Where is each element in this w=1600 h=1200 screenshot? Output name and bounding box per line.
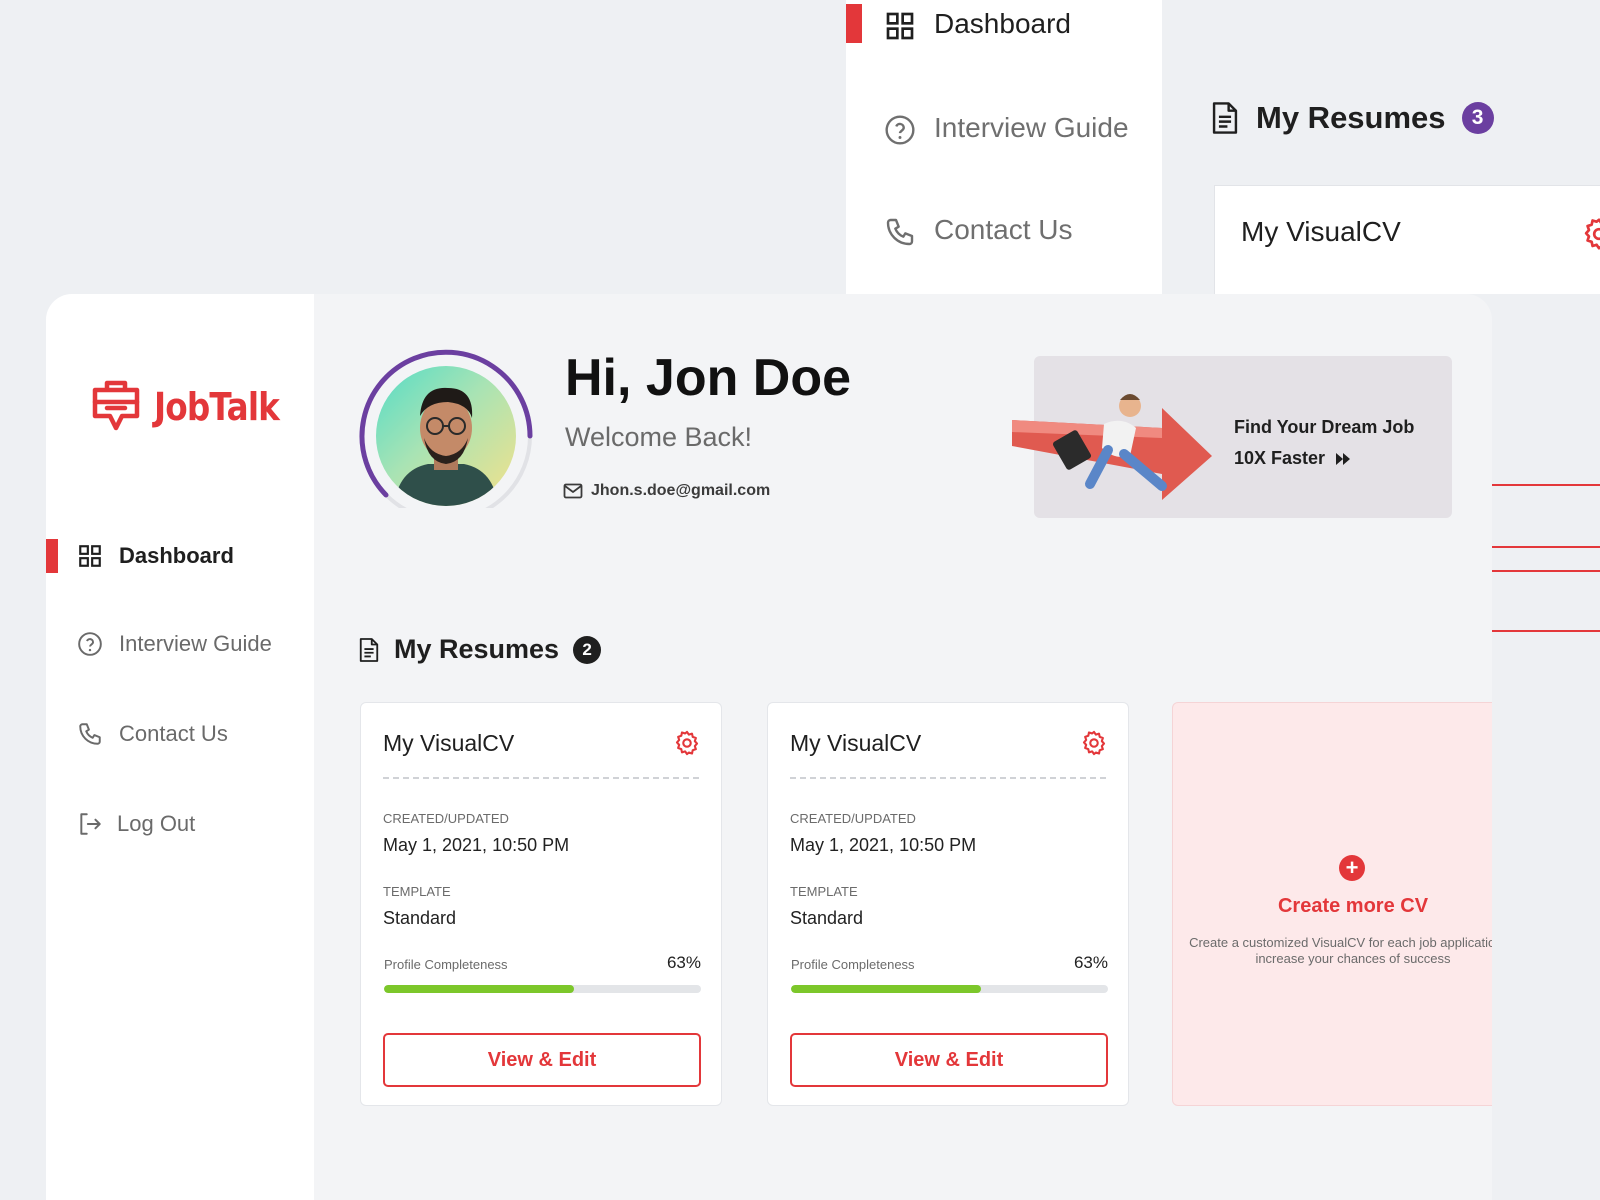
promo-line-1: Find Your Dream Job xyxy=(1234,417,1415,437)
person-portrait-icon xyxy=(394,387,498,506)
view-edit-button[interactable]: View & Edit xyxy=(383,1033,701,1087)
preview-count-badge: 3 xyxy=(1461,102,1494,134)
mail-icon xyxy=(563,483,583,499)
progress-fill xyxy=(791,985,982,993)
sidebar-item-log-out[interactable]: Log Out xyxy=(46,804,314,844)
phone-icon xyxy=(79,723,101,745)
progress-fill xyxy=(384,985,575,993)
created-label: CREATED/UPDATED xyxy=(790,811,916,826)
grid-icon xyxy=(79,545,101,567)
template-value: Standard xyxy=(383,908,457,928)
avatar[interactable] xyxy=(358,348,534,508)
settings-gear-icon[interactable] xyxy=(673,729,701,757)
active-indicator xyxy=(846,4,862,43)
preview-decorative-lines xyxy=(1492,470,1600,670)
sidebar-item-contact-us[interactable]: Contact Us xyxy=(46,714,314,754)
user-email: Jhon.s.doe@gmail.com xyxy=(591,482,771,499)
resume-card: My VisualCV CREATED/UPDATED May 1, 2021,… xyxy=(360,702,722,1106)
created-value: May 1, 2021, 10:50 PM xyxy=(383,835,570,855)
resumes-heading-text: My Resumes xyxy=(394,634,560,664)
sidebar-item-label: Dashboard xyxy=(119,543,234,568)
completeness-progress-bar xyxy=(384,985,701,993)
settings-gear-icon[interactable] xyxy=(1080,729,1108,757)
divider xyxy=(790,777,1106,779)
promo-banner[interactable]: Find Your Dream Job 10X Faster xyxy=(1012,356,1452,518)
app-window: JobTalk Dashboard Interview Guide Contac… xyxy=(46,294,1492,1200)
completeness-label: Profile Completeness xyxy=(791,957,915,972)
preview-nav-dashboard[interactable]: Dashboard xyxy=(846,0,1162,56)
welcome-subtitle: Welcome Back! xyxy=(565,422,753,452)
document-icon xyxy=(359,637,379,662)
greeting-title: Hi, Jon Doe xyxy=(565,349,852,407)
resume-card-title: My VisualCV xyxy=(790,730,922,756)
sidebar-item-label: Log Out xyxy=(117,811,196,836)
preview-nav-label: Contact Us xyxy=(934,214,1073,245)
phone-icon xyxy=(886,218,914,246)
completeness-value: 63% xyxy=(666,953,701,972)
preview-nav-label: Interview Guide xyxy=(934,112,1129,143)
preview-resumes-heading: My Resumes 3 xyxy=(1210,100,1494,136)
view-edit-button[interactable]: View & Edit xyxy=(790,1033,1108,1087)
preview-heading-text: My Resumes xyxy=(1256,100,1446,135)
completeness-progress-bar xyxy=(791,985,1108,993)
email-row: Jhon.s.doe@gmail.com xyxy=(563,482,770,500)
jobtalk-logo-icon xyxy=(92,380,140,431)
avatar-photo xyxy=(376,366,516,506)
promo-text: Find Your Dream Job 10X Faster xyxy=(1234,412,1414,474)
question-circle-icon xyxy=(78,632,102,656)
brand-name: JobTalk xyxy=(154,385,280,429)
create-more-cv-card[interactable]: + Create more CV Create a customized Vis… xyxy=(1172,702,1492,1106)
settings-gear-icon[interactable] xyxy=(1581,216,1600,252)
question-circle-icon xyxy=(885,115,915,145)
divider xyxy=(383,777,699,779)
fast-forward-icon xyxy=(1336,452,1351,465)
preview-resume-card: My VisualCV xyxy=(1214,185,1600,294)
preview-nav-contact-us[interactable]: Contact Us xyxy=(846,206,1162,262)
sidebar-item-interview-guide[interactable]: Interview Guide xyxy=(46,624,314,664)
preview-card-title: My VisualCV xyxy=(1241,216,1401,247)
logo[interactable]: JobTalk xyxy=(90,378,299,436)
template-label: TEMPLATE xyxy=(383,884,451,899)
template-value: Standard xyxy=(790,908,864,928)
active-indicator xyxy=(46,539,58,573)
sidebar-item-dashboard[interactable]: Dashboard xyxy=(46,536,314,576)
promo-line-2: 10X Faster xyxy=(1234,443,1414,474)
logout-icon xyxy=(80,813,101,835)
preview-nav-label: Dashboard xyxy=(934,8,1071,39)
created-value: May 1, 2021, 10:50 PM xyxy=(790,835,977,855)
completeness-label: Profile Completeness xyxy=(384,957,508,972)
resumes-count-badge: 2 xyxy=(573,635,602,664)
completeness-value: 63% xyxy=(1073,953,1108,972)
preview-nav-interview-guide[interactable]: Interview Guide xyxy=(846,102,1162,158)
template-label: TEMPLATE xyxy=(790,884,858,899)
created-label: CREATED/UPDATED xyxy=(383,811,509,826)
create-cv-title: Create more CV xyxy=(1277,895,1429,917)
sidebar: JobTalk Dashboard Interview Guide Contac… xyxy=(46,294,314,1200)
plus-circle-icon: + xyxy=(1339,855,1365,881)
resume-card-title: My VisualCV xyxy=(383,730,515,756)
sidebar-item-label: Contact Us xyxy=(119,721,228,746)
resume-card: My VisualCV CREATED/UPDATED May 1, 2021,… xyxy=(767,702,1129,1106)
grid-icon xyxy=(886,12,914,40)
sidebar-item-label: Interview Guide xyxy=(119,631,272,656)
my-resumes-heading: My Resumes 2 xyxy=(358,634,602,665)
preview-sidebar: Dashboard Interview Guide Contact Us xyxy=(846,0,1162,294)
running-man-arrow-illustration xyxy=(1012,394,1212,500)
promo-line-2-text: 10X Faster xyxy=(1234,448,1326,468)
create-cv-description: Create a customized VisualCV for each jo… xyxy=(1189,935,1492,966)
document-icon xyxy=(1212,102,1238,134)
